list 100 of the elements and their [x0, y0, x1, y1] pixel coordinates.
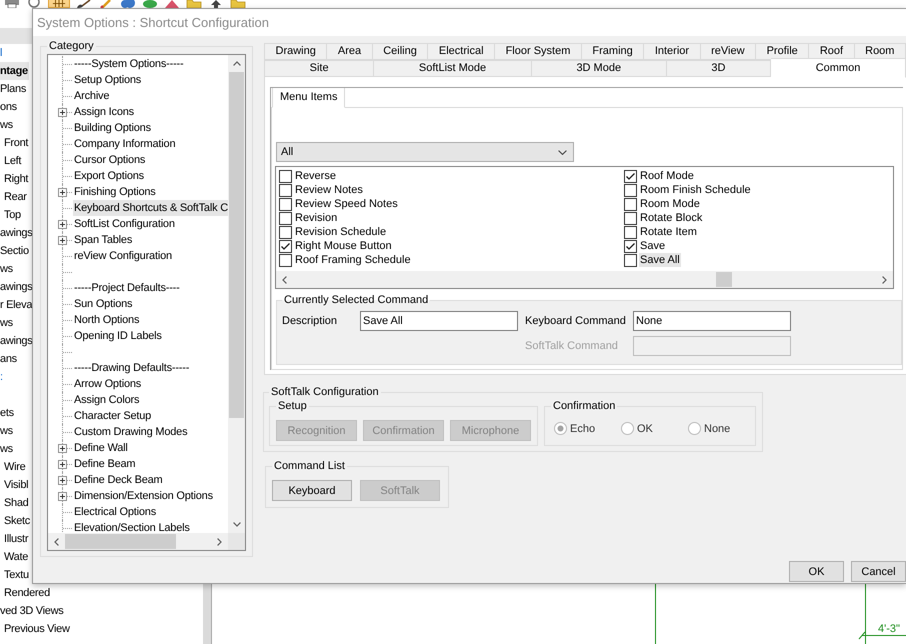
scrollbar-thumb[interactable] [716, 272, 732, 287]
plus-box-icon[interactable] [58, 444, 67, 453]
tree-item[interactable]: awings [0, 332, 34, 350]
radio-label[interactable]: OK [637, 422, 653, 434]
tab[interactable]: Menu Items [272, 88, 346, 108]
tree-item[interactable]: Front [0, 134, 30, 152]
radio-button[interactable] [688, 422, 701, 435]
tab[interactable]: 3D Mode [532, 60, 667, 77]
checkbox-label[interactable]: Room Finish Schedule [639, 183, 752, 197]
radio-label[interactable]: None [704, 422, 730, 434]
tree-item[interactable]: Shad [0, 494, 30, 512]
tree-item[interactable]: : [0, 368, 4, 386]
tree-item[interactable]: Illustr [0, 530, 30, 548]
plus-box-icon[interactable] [58, 460, 67, 469]
tab[interactable]: Common [771, 58, 906, 78]
horizontal-scrollbar[interactable] [48, 533, 228, 550]
tree-item[interactable]: Electrical Options [73, 504, 157, 520]
plus-box-icon[interactable] [58, 476, 67, 485]
triangle-icon[interactable] [164, 0, 180, 8]
cancel-button[interactable]: Cancel [851, 561, 906, 582]
horizontal-scrollbar[interactable] [276, 271, 893, 288]
tree-item[interactable]: reView Configuration [73, 248, 173, 264]
ring-icon[interactable] [26, 0, 42, 8]
checkbox-label[interactable]: Rotate Block [639, 211, 704, 225]
checkbox[interactable] [279, 198, 292, 210]
checkbox-label[interactable]: Revision Schedule [294, 225, 388, 239]
chevron-right-icon[interactable] [882, 276, 887, 284]
tree-item[interactable]: Cursor Options [73, 152, 146, 168]
tree-item[interactable]: ws [0, 422, 14, 440]
plus-box-icon[interactable] [58, 236, 67, 245]
chevron-left-icon[interactable] [282, 276, 287, 284]
tree-item[interactable]: SoftList Configuration [73, 216, 176, 232]
tree-item[interactable]: Rendered [0, 584, 51, 602]
tree-item[interactable]: Arrow Options [73, 376, 142, 392]
tree-item[interactable]: Finishing Options [73, 184, 157, 200]
checkbox-label[interactable]: Room Mode [639, 197, 701, 211]
tree-item[interactable]: Dimension/Extension Options [73, 488, 214, 504]
checkbox-label[interactable]: Roof Framing Schedule [294, 253, 412, 267]
tree-item[interactable]: Keyboard Shortcuts & SoftTalk C [73, 200, 228, 216]
tree-item[interactable]: Plans [0, 80, 28, 98]
checkbox[interactable] [624, 170, 637, 182]
tree-item[interactable]: ntage [0, 62, 29, 80]
tree-item[interactable]: Setup Options [73, 72, 142, 88]
tab[interactable]: Area [327, 43, 373, 60]
tree-item[interactable]: ws [0, 314, 14, 332]
tree-item[interactable]: -----Project Defaults---- [73, 280, 181, 296]
tab[interactable]: Electrical [428, 43, 496, 60]
tab[interactable]: 3D [666, 60, 772, 77]
tree-item[interactable]: Building Options [73, 120, 152, 136]
tree-item[interactable]: awings [0, 224, 34, 242]
scrollbar-thumb[interactable] [65, 534, 176, 549]
checkbox-label[interactable]: Review Speed Notes [294, 197, 399, 211]
plus-box-icon[interactable] [58, 220, 67, 229]
tab[interactable]: Interior [644, 43, 701, 60]
tree-item[interactable]: Assign Icons [73, 104, 135, 120]
checkbox[interactable] [624, 240, 637, 252]
plus-box-icon[interactable] [58, 108, 67, 117]
tree-item[interactable]: Wate [0, 548, 30, 566]
ellipse-icon[interactable] [142, 0, 158, 8]
tab[interactable]: Ceiling [372, 43, 428, 60]
tree-item[interactable]: Assign Colors [73, 392, 140, 408]
tree-item[interactable]: ws [0, 440, 14, 458]
tree-item[interactable]: ets [0, 404, 15, 422]
tree-item[interactable]: ons [0, 98, 18, 116]
text-field[interactable]: Save All [360, 311, 518, 331]
tree-item[interactable]: Top [0, 206, 22, 224]
vertical-scrollbar[interactable] [228, 55, 245, 533]
checkbox[interactable] [279, 226, 292, 238]
tree-item[interactable]: awings [0, 278, 34, 296]
checkbox[interactable] [624, 184, 637, 196]
chevron-down-icon[interactable] [232, 522, 240, 527]
tree-item[interactable]: Previous View [0, 620, 71, 638]
tree-item[interactable]: Rear [0, 188, 28, 206]
tree-item[interactable]: Right [0, 170, 30, 188]
tree-item[interactable]: Archive [73, 88, 110, 104]
tree-item[interactable]: Sketc [0, 512, 32, 530]
tab[interactable]: SoftList Mode [374, 60, 532, 77]
tree-item[interactable]: North Options [73, 312, 140, 328]
plus-box-icon[interactable] [58, 492, 67, 501]
checkbox[interactable] [279, 184, 292, 196]
tab[interactable]: reView [700, 43, 756, 60]
tree-item[interactable]: Define Beam [73, 456, 136, 472]
filter-dropdown[interactable]: All [276, 142, 574, 162]
tab[interactable]: Profile [756, 43, 810, 60]
tree-item[interactable]: Sun Options [73, 296, 134, 312]
tree-item[interactable]: -----Drawing Defaults----- [73, 360, 190, 376]
tree-item[interactable]: Textu [0, 566, 30, 584]
tab[interactable]: Drawing [264, 43, 328, 60]
tree-item[interactable]: Export Options [73, 168, 145, 184]
checkbox[interactable] [624, 198, 637, 210]
tree-item[interactable]: Character Setup [73, 408, 152, 424]
tree-item[interactable]: Define Deck Beam [73, 472, 164, 488]
chevron-left-icon[interactable] [54, 538, 59, 546]
tree-item[interactable]: -----System Options----- [73, 56, 184, 72]
checkbox-label[interactable]: Rotate Item [639, 225, 698, 239]
tab[interactable]: Framing [582, 43, 644, 60]
checkbox[interactable] [279, 170, 292, 182]
checkbox-label[interactable]: Right Mouse Button [294, 239, 393, 253]
radio-button[interactable] [621, 422, 634, 435]
checkbox-label[interactable]: Roof Mode [639, 169, 695, 183]
